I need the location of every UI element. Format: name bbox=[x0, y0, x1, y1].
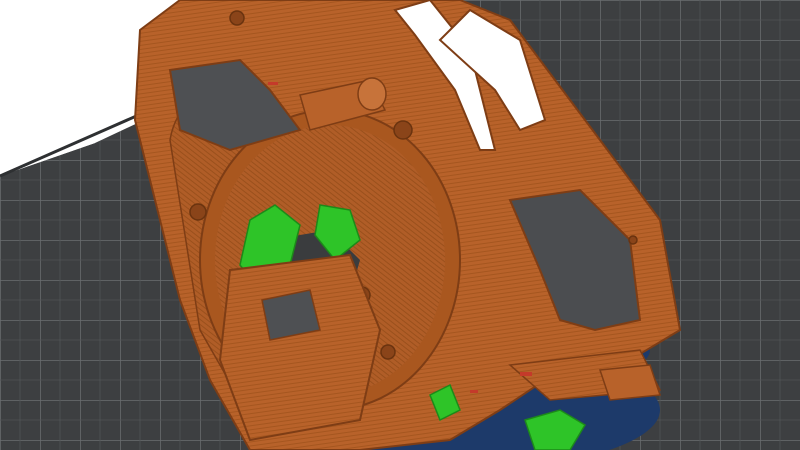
3d-viewport[interactable] bbox=[0, 0, 800, 450]
slicer-preview-scene[interactable] bbox=[0, 0, 800, 450]
